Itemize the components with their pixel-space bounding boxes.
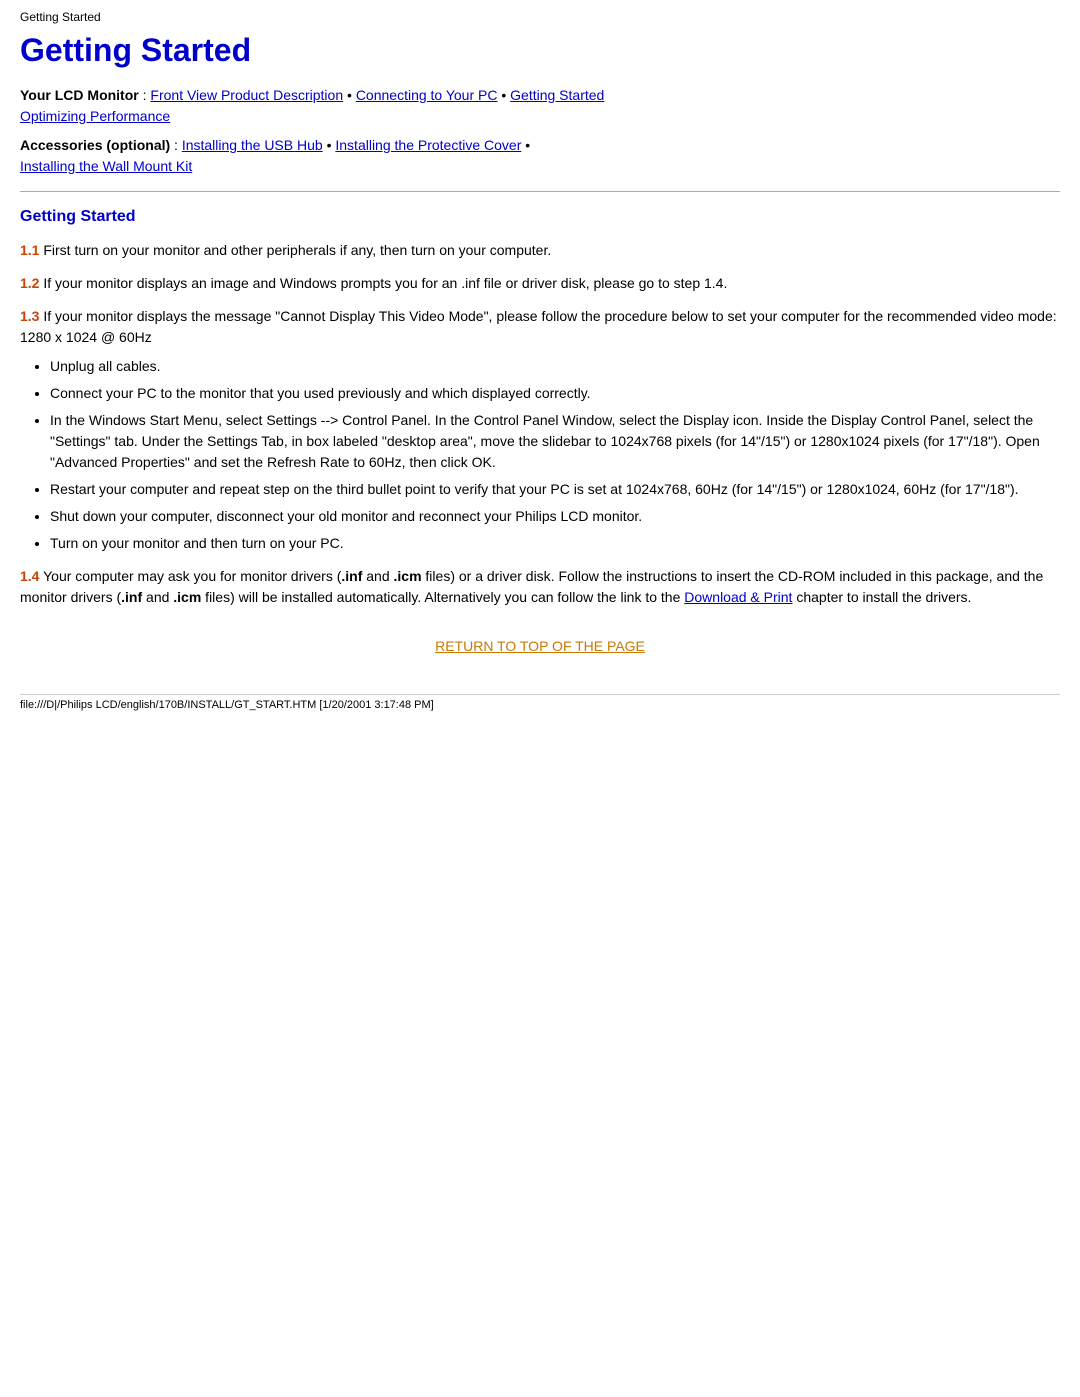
step-num-1-3: 1.3 [20,308,39,324]
your-lcd-label: Your LCD Monitor [20,87,139,103]
step-num-1-1: 1.1 [20,242,39,258]
your-lcd-paragraph: Your LCD Monitor : Front View Product De… [20,85,1060,127]
link-getting-started[interactable]: Getting Started [510,87,604,103]
link-protective-cover[interactable]: Installing the Protective Cover [335,137,521,153]
bullet-item: Turn on your monitor and then turn on yo… [50,533,1060,554]
accessories-paragraph: Accessories (optional) : Installing the … [20,135,1060,177]
return-to-top: RETURN TO TOP OF THE PAGE [20,638,1060,654]
bullet-item: Unplug all cables. [50,356,1060,377]
step-body-1-1: First turn on your monitor and other per… [43,242,551,258]
link-optimizing[interactable]: Optimizing Performance [20,108,170,124]
step-body-1-2: If your monitor displays an image and Wi… [43,275,727,291]
step-1-2: 1.2 If your monitor displays an image an… [20,273,1060,294]
step-intro-text-1-3: If your monitor displays the message "Ca… [20,308,1057,345]
section-heading: Getting Started [20,208,1060,226]
step-1-1: 1.1 First turn on your monitor and other… [20,240,1060,261]
bullet-item: In the Windows Start Menu, select Settin… [50,410,1060,473]
bullet-item: Shut down your computer, disconnect your… [50,506,1060,527]
breadcrumb: Getting Started [20,10,1060,24]
bullet-list-1-3: Unplug all cables. Connect your PC to th… [50,356,1060,554]
link-front-view[interactable]: Front View Product Description [150,87,343,103]
accessories-label: Accessories (optional) [20,137,170,153]
bullet-item: Connect your PC to the monitor that you … [50,383,1060,404]
step-body-1-4: Your computer may ask you for monitor dr… [20,568,1043,605]
divider [20,191,1060,192]
page-title: Getting Started [20,32,1060,69]
step-1-3: 1.3 If your monitor displays the message… [20,306,1060,554]
step-1-4: 1.4 Your computer may ask you for monito… [20,566,1060,608]
step-num-1-4: 1.4 [20,568,39,584]
link-usb-hub[interactable]: Installing the USB Hub [182,137,323,153]
return-to-top-link[interactable]: RETURN TO TOP OF THE PAGE [435,638,645,654]
intro-section: Your LCD Monitor : Front View Product De… [20,85,1060,177]
link-wall-mount[interactable]: Installing the Wall Mount Kit [20,158,192,174]
status-bar: file:///D|/Philips LCD/english/170B/INST… [20,694,1060,711]
step-num-1-2: 1.2 [20,275,39,291]
link-connecting[interactable]: Connecting to Your PC [356,87,498,103]
bullet-item: Restart your computer and repeat step on… [50,479,1060,500]
link-download-print[interactable]: Download & Print [684,589,792,605]
